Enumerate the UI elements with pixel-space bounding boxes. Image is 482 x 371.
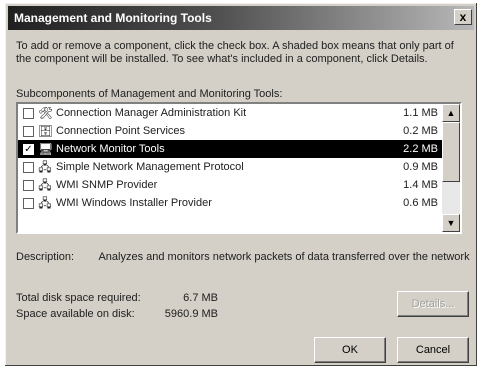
component-size: 1.1 MB xyxy=(403,107,438,119)
description-label: Description: xyxy=(16,251,75,263)
cancel-button[interactable]: Cancel xyxy=(397,337,469,363)
arrow-up-icon: ▲ xyxy=(446,108,456,118)
component-name: Simple Network Management Protocol xyxy=(56,161,244,173)
component-row[interactable]: 🛠 Connection Manager Administration Kit 1.… xyxy=(18,104,442,122)
disk-space-info: Total disk space required: 6.7 MB Space … xyxy=(16,292,218,324)
network-monitor-icon: 🖥 xyxy=(38,142,54,156)
component-name: WMI Windows Installer Provider xyxy=(56,197,212,209)
subcomponents-label: Subcomponents of Management and Monitori… xyxy=(16,88,283,100)
snmp-icon: 🖧 xyxy=(38,160,52,174)
components-list[interactable]: 🛠 Connection Manager Administration Kit 1.… xyxy=(16,102,462,234)
component-checkbox[interactable] xyxy=(23,107,34,119)
component-name: WMI SNMP Provider xyxy=(56,179,158,191)
component-name: Connection Manager Administration Kit xyxy=(56,107,247,119)
component-checkbox[interactable]: ✓ xyxy=(23,143,34,155)
space-available-label: Space available on disk: xyxy=(16,308,135,320)
close-icon: x xyxy=(459,10,467,24)
space-available-row: Space available on disk: 5960.9 MB xyxy=(16,308,218,324)
description-value: Analyzes and monitors network packets of… xyxy=(98,251,470,263)
component-checkbox[interactable] xyxy=(23,161,34,173)
title-bar[interactable]: Management and Monitoring Tools x xyxy=(8,6,474,30)
component-row[interactable]: 🗄 Connection Point Services 0.2 MB xyxy=(18,122,442,140)
component-name: Network Monitor Tools xyxy=(56,143,165,155)
component-size: 1.4 MB xyxy=(403,179,438,191)
space-required-value: 6.7 MB xyxy=(183,292,218,304)
component-name: Connection Point Services xyxy=(56,125,186,137)
component-size: 0.6 MB xyxy=(403,197,438,209)
scroll-thumb[interactable] xyxy=(442,122,460,182)
details-button[interactable]: Details... xyxy=(397,291,469,317)
space-required-label: Total disk space required: xyxy=(16,292,141,304)
ok-button[interactable]: OK xyxy=(314,337,386,363)
component-checkbox[interactable] xyxy=(23,125,34,137)
window-title: Management and Monitoring Tools xyxy=(14,11,212,25)
component-description: Description: Analyzes and monitors netwo… xyxy=(16,251,470,263)
close-button[interactable]: x xyxy=(454,9,472,25)
services-icon: 🗄 xyxy=(38,124,54,138)
component-checkbox[interactable] xyxy=(23,179,34,191)
scroll-down-button[interactable]: ▼ xyxy=(442,214,460,232)
component-row[interactable]: 🖧 WMI Windows Installer Provider 0.6 MB xyxy=(18,194,442,212)
scroll-up-button[interactable]: ▲ xyxy=(442,104,460,122)
arrow-down-icon: ▼ xyxy=(446,218,456,228)
component-row[interactable]: 🖧 Simple Network Management Protocol 0.9 M… xyxy=(18,158,442,176)
wmi-installer-icon: 🖧 xyxy=(38,196,52,210)
component-checkbox[interactable] xyxy=(23,197,34,209)
space-available-value: 5960.9 MB xyxy=(164,308,218,320)
component-row[interactable]: ✓ 🖥 Network Monitor Tools 2.2 MB xyxy=(18,140,442,158)
instructions-text: To add or remove a component, click the … xyxy=(16,40,454,65)
component-row[interactable]: 🖧 WMI SNMP Provider 1.4 MB xyxy=(18,176,442,194)
admin-kit-icon: 🛠 xyxy=(38,106,54,120)
component-size: 0.2 MB xyxy=(403,125,438,137)
vertical-scrollbar[interactable]: ▲ ▼ xyxy=(442,104,460,232)
component-size: 0.9 MB xyxy=(403,161,438,173)
space-required-row: Total disk space required: 6.7 MB xyxy=(16,292,218,308)
component-size: 2.2 MB xyxy=(403,143,438,155)
wmi-provider-icon: 🖧 xyxy=(38,178,52,192)
components-rows: 🛠 Connection Manager Administration Kit 1.… xyxy=(18,104,442,232)
